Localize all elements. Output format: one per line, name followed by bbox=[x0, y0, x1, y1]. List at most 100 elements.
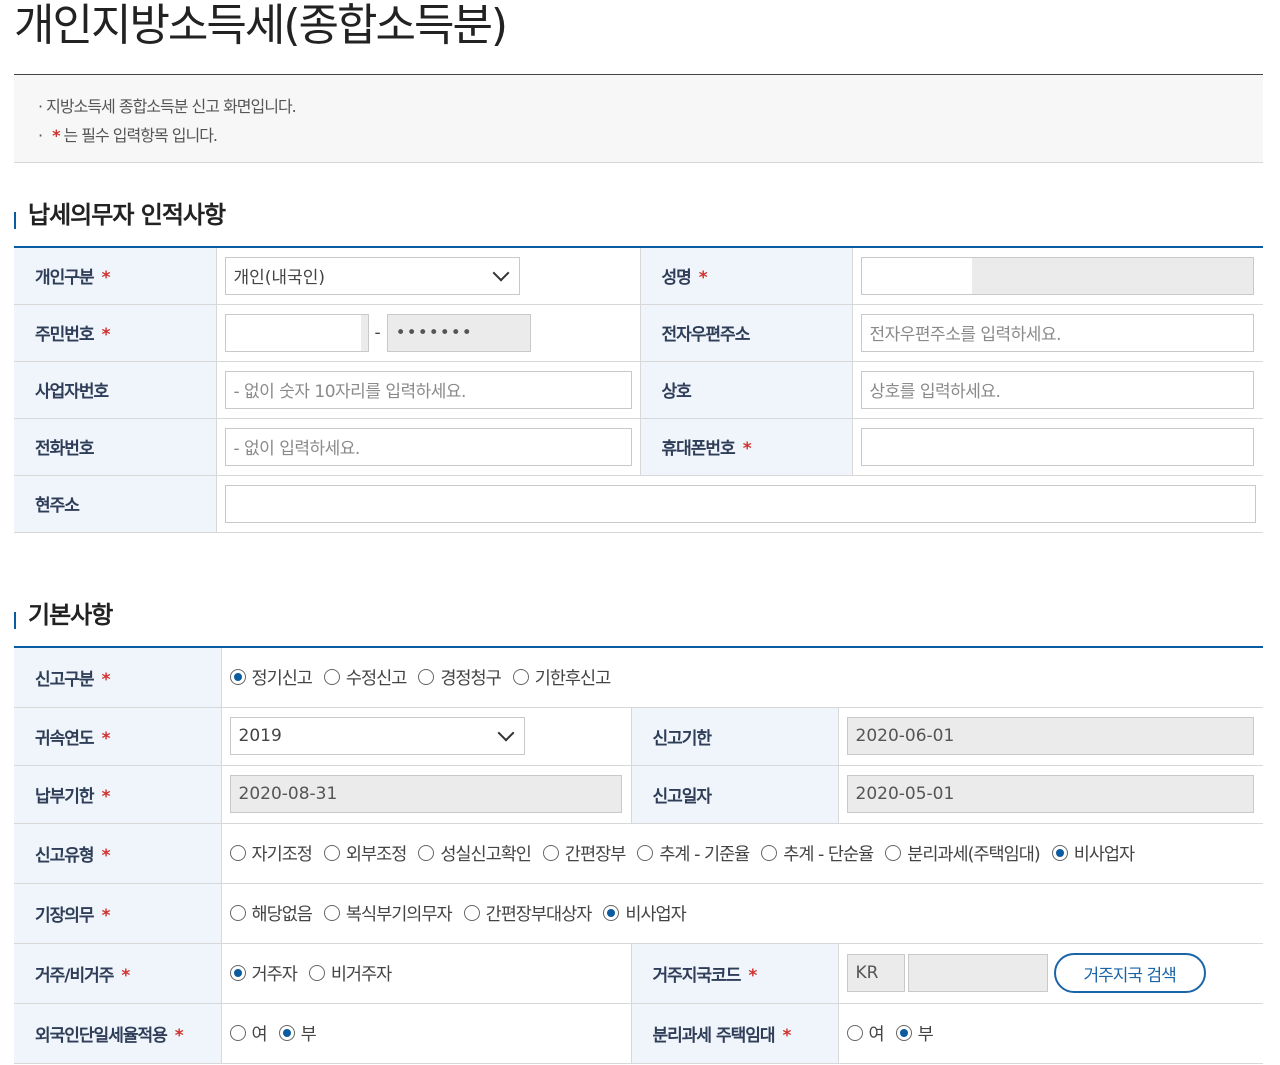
report-kind-option-label: 외부조정 bbox=[345, 844, 407, 865]
report-type-option-1[interactable]: 정기신고 bbox=[229, 665, 313, 690]
report-kind-radio-group: 자기조정 외부조정 성실신고확인 간편장부 추계 - 기준율 추계 - 단순율 분리과세(주… bbox=[229, 841, 1256, 866]
foreign-flat-radio-group: 여부 bbox=[229, 1021, 623, 1046]
rrn-front-field[interactable] bbox=[224, 313, 369, 352]
rrn-back-field[interactable]: ••••••• bbox=[386, 313, 531, 352]
radio-circle-icon[interactable] bbox=[846, 1025, 863, 1041]
label-name: 성명 * bbox=[639, 247, 852, 304]
radio-circle-icon[interactable] bbox=[418, 669, 435, 686]
label-separate-rental: 분리과세 주택임대 * bbox=[630, 1003, 838, 1063]
radio-circle-icon[interactable] bbox=[463, 905, 480, 921]
radio-circle-icon[interactable] bbox=[761, 845, 778, 861]
report-kind-option-7[interactable]: 분리과세(주택임대) bbox=[885, 841, 1041, 866]
radio-circle-icon[interactable] bbox=[895, 1025, 912, 1041]
label-pay-deadline: 납부기한 * bbox=[14, 765, 221, 823]
radio-circle-icon[interactable] bbox=[229, 1025, 246, 1041]
residency-option-2[interactable]: 비거주자 bbox=[308, 961, 392, 986]
label-mobile: 휴대폰번호 * bbox=[639, 418, 852, 475]
year-select[interactable]: 2019 bbox=[229, 717, 525, 755]
business-number-field[interactable]: - 없이 숫자 10자리를 입력하세요. bbox=[224, 370, 632, 409]
residency-option-label: 거주자 bbox=[251, 964, 298, 985]
separate-rental-option-2[interactable]: 부 bbox=[895, 1021, 934, 1046]
report-kind-option-6[interactable]: 추계 - 단순율 bbox=[761, 841, 874, 866]
radio-circle-icon[interactable] bbox=[278, 1025, 295, 1041]
name-field[interactable] bbox=[860, 256, 1254, 295]
report-kind-option-2[interactable]: 외부조정 bbox=[323, 841, 407, 866]
residency-option-label: 비거주자 bbox=[330, 964, 392, 985]
bookkeeping-radio-group: 해당없음 복식부기의무자 간편장부대상자 비사업자 bbox=[229, 901, 1256, 926]
report-type-option-3[interactable]: 경정청구 bbox=[418, 665, 502, 690]
report-type-option-4[interactable]: 기한후신고 bbox=[512, 665, 611, 690]
phone-field[interactable]: - 없이 입력하세요. bbox=[224, 427, 632, 466]
separate-rental-option-label: 부 bbox=[917, 1024, 934, 1045]
radio-circle-icon[interactable] bbox=[1051, 845, 1068, 861]
country-search-button[interactable]: 거주지국 검색 bbox=[1053, 953, 1206, 993]
report-kind-option-4[interactable]: 간편장부 bbox=[542, 841, 626, 866]
radio-circle-icon[interactable] bbox=[229, 845, 246, 861]
radio-circle-icon[interactable] bbox=[308, 965, 325, 981]
radio-circle-icon[interactable] bbox=[637, 845, 654, 861]
bookkeeping-option-1[interactable]: 해당없음 bbox=[229, 901, 313, 926]
report-type-option-label: 경정청구 bbox=[440, 668, 501, 689]
report-type-option-label: 기한후신고 bbox=[534, 668, 611, 689]
required-mark-icon: * bbox=[52, 126, 60, 145]
bookkeeping-option-3[interactable]: 간편장부대상자 bbox=[463, 901, 593, 926]
residency-radio-group: 거주자 비거주자 bbox=[229, 961, 623, 986]
separate-rental-radio-group: 여부 bbox=[846, 1021, 1256, 1046]
radio-circle-icon[interactable] bbox=[603, 905, 620, 921]
report-kind-option-5[interactable]: 추계 - 기준율 bbox=[637, 841, 750, 866]
report-type-option-2[interactable]: 수정신고 bbox=[323, 665, 407, 690]
notice-line-1: · 지방소득세 종합소득분 신고 화면입니다. bbox=[38, 97, 297, 116]
label-foreign-flat-rate: 외국인단일세율적용 * bbox=[14, 1003, 221, 1063]
rrn-separator: - bbox=[374, 322, 381, 343]
report-kind-option-1[interactable]: 자기조정 bbox=[229, 841, 313, 866]
bookkeeping-option-label: 해당없음 bbox=[251, 904, 313, 925]
chevron-down-icon bbox=[492, 264, 509, 282]
separate-rental-option-1[interactable]: 여 bbox=[846, 1021, 885, 1046]
label-rrn: 주민번호 * bbox=[14, 304, 216, 361]
report-kind-option-label: 추계 - 단순율 bbox=[783, 844, 874, 865]
radio-circle-icon[interactable] bbox=[323, 905, 340, 921]
bookkeeping-option-2[interactable]: 복식부기의무자 bbox=[323, 901, 453, 926]
label-residency: 거주/비거주 * bbox=[14, 943, 221, 1003]
label-report-kind: 신고유형 * bbox=[14, 823, 221, 883]
report-type-radio-group: 정기신고 수정신고 경정청구 기한후신고 bbox=[229, 665, 1256, 690]
foreign-flat-option-1[interactable]: 여 bbox=[229, 1021, 268, 1046]
foreign-flat-option-label: 여 bbox=[251, 1024, 268, 1045]
label-report-date: 신고일자 bbox=[630, 765, 838, 823]
bookkeeping-option-label: 비사업자 bbox=[625, 904, 686, 925]
epost-field[interactable]: 전자우편주소를 입력하세요. bbox=[860, 313, 1254, 352]
radio-circle-icon[interactable] bbox=[323, 845, 340, 861]
label-company: 상호 bbox=[639, 361, 852, 418]
bookkeeping-option-label: 복식부기의무자 bbox=[345, 904, 453, 925]
taxpayer-table: 개인구분 * 개인(내국인) 성명 * 주민번호 * - ••••••• 전자우편주소 … bbox=[14, 246, 1263, 533]
radio-circle-icon[interactable] bbox=[229, 905, 246, 921]
bookkeeping-option-label: 간편장부대상자 bbox=[485, 904, 593, 925]
radio-circle-icon[interactable] bbox=[229, 669, 246, 686]
basic-table: 신고구분 * 정기신고 수정신고 경정청구 기한후신고 귀속연도 * 2019 신고기한 … bbox=[14, 646, 1263, 1064]
label-year: 귀속연도 * bbox=[14, 707, 221, 765]
mobile-field[interactable] bbox=[860, 427, 1254, 466]
residency-option-1[interactable]: 거주자 bbox=[229, 961, 298, 986]
foreign-flat-option-2[interactable]: 부 bbox=[278, 1021, 317, 1046]
label-report-type: 신고구분 * bbox=[14, 647, 221, 707]
radio-circle-icon[interactable] bbox=[229, 965, 246, 981]
radio-circle-icon[interactable] bbox=[512, 669, 529, 686]
report-kind-option-8[interactable]: 비사업자 bbox=[1051, 841, 1135, 866]
person-type-select[interactable]: 개인(내국인) bbox=[224, 256, 520, 295]
radio-circle-icon[interactable] bbox=[885, 845, 902, 861]
report-kind-option-3[interactable]: 성실신고확인 bbox=[418, 841, 532, 866]
label-phone: 전화번호 bbox=[14, 418, 216, 475]
notice-box: · 지방소득세 종합소득분 신고 화면입니다. · * 는 필수 입력항목 입니다. bbox=[14, 75, 1263, 163]
radio-circle-icon[interactable] bbox=[542, 845, 559, 861]
address-field[interactable] bbox=[224, 484, 1256, 523]
report-date-field[interactable]: 2020-05-01 bbox=[846, 775, 1254, 813]
notice-line-2: · * 는 필수 입력항목 입니다. bbox=[38, 126, 218, 145]
label-address: 현주소 bbox=[14, 475, 216, 532]
radio-circle-icon[interactable] bbox=[418, 845, 435, 861]
separate-rental-option-label: 여 bbox=[868, 1024, 885, 1045]
radio-circle-icon[interactable] bbox=[323, 669, 340, 686]
deadline-field: 2020-06-01 bbox=[846, 717, 1254, 755]
report-kind-option-label: 분리과세(주택임대) bbox=[907, 844, 1040, 865]
company-field[interactable]: 상호를 입력하세요. bbox=[860, 370, 1254, 409]
bookkeeping-option-4[interactable]: 비사업자 bbox=[603, 901, 687, 926]
